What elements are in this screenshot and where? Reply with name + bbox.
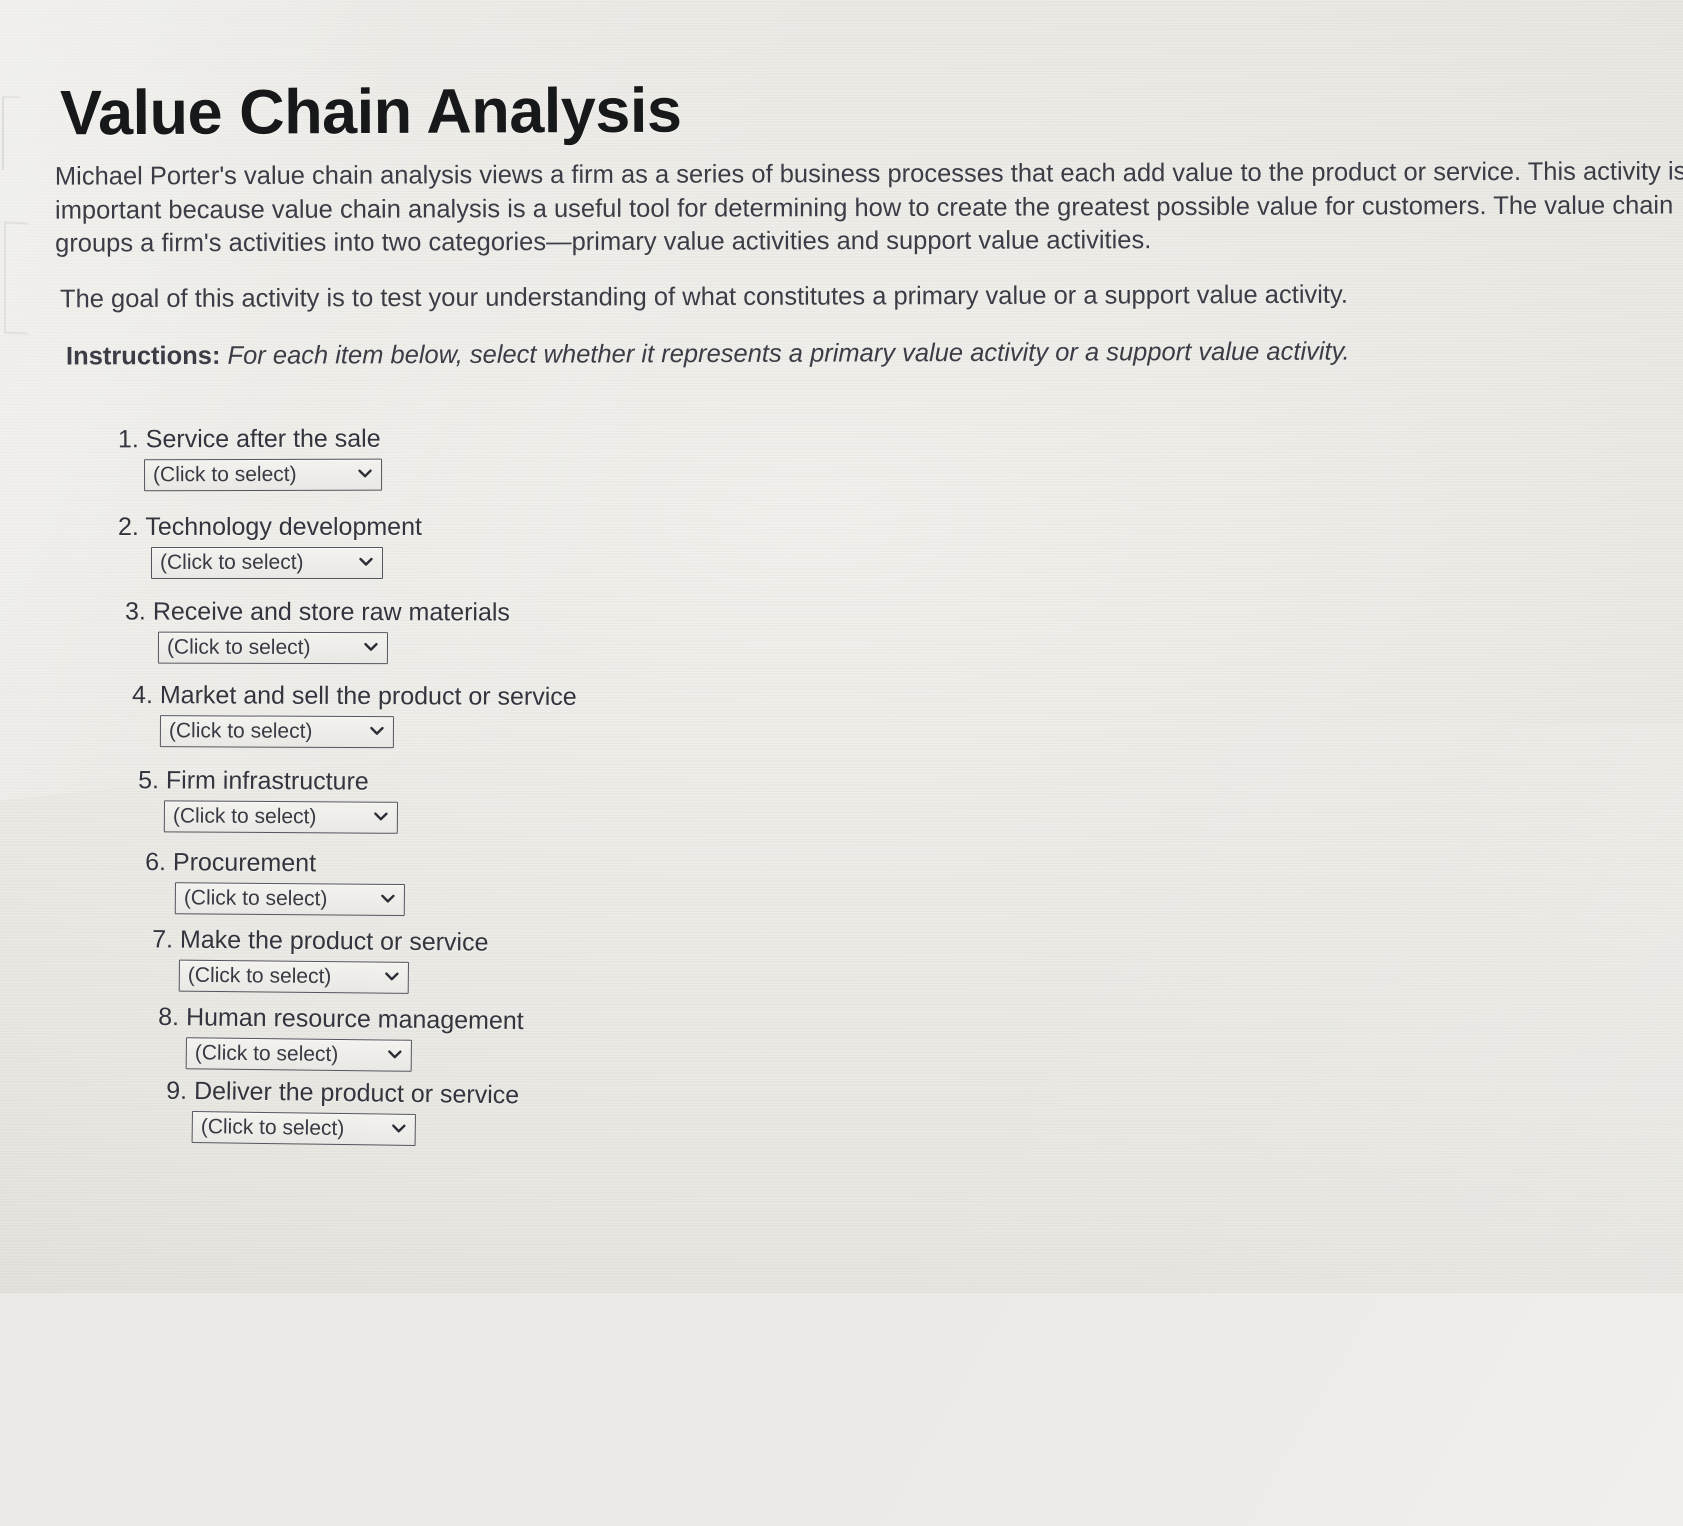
answer-dropdown-8[interactable]: (Click to select) <box>185 1037 412 1072</box>
chevron-down-icon <box>383 968 401 986</box>
answer-dropdown-3[interactable]: (Click to select) <box>157 631 388 665</box>
question-text: Firm infrastructure <box>165 766 369 796</box>
question-number: 7. <box>152 925 174 954</box>
question-text: Procurement <box>172 848 317 878</box>
answer-dropdown-4-value: (Click to select) <box>168 718 313 743</box>
answer-dropdown-2[interactable]: (Click to select) <box>151 547 383 579</box>
answer-dropdown-6-value: (Click to select) <box>183 885 328 910</box>
list-item: 1. Service after the sale (Click to sele… <box>118 424 383 492</box>
question-text: Technology development <box>145 513 422 541</box>
answer-dropdown-9-value: (Click to select) <box>200 1114 345 1140</box>
question-number: 9. <box>166 1076 188 1105</box>
answer-dropdown-7-value: (Click to select) <box>187 963 332 988</box>
list-item: 8. Human resource management (Click to s… <box>158 1002 524 1073</box>
list-item: 4. Market and sell the product or servic… <box>132 680 577 749</box>
answer-dropdown-8-value: (Click to select) <box>194 1040 339 1066</box>
question-text: Market and sell the product or service <box>159 681 577 711</box>
chevron-down-icon <box>390 1120 408 1138</box>
list-item: 2. Technology development (Click to sele… <box>118 512 422 579</box>
question-text: Deliver the product or service <box>193 1077 520 1110</box>
chevron-down-icon <box>386 1046 404 1064</box>
list-item: 7. Make the product or service (Click to… <box>152 924 489 994</box>
question-text: Human resource management <box>185 1003 524 1036</box>
chevron-down-icon <box>362 638 380 656</box>
question-number: 6. <box>145 847 167 877</box>
question-number: 4. <box>132 681 154 710</box>
question-list: 1. Service after the sale (Click to sele… <box>0 0 1683 1293</box>
question-number: 5. <box>138 766 160 795</box>
chevron-down-icon <box>372 808 390 826</box>
answer-dropdown-1[interactable]: (Click to select) <box>144 458 383 492</box>
chevron-down-icon <box>356 465 374 483</box>
chevron-down-icon <box>357 553 375 571</box>
list-item: 3. Receive and store raw materials (Clic… <box>125 596 510 665</box>
list-item: 6. Procurement (Click to select) <box>145 847 406 917</box>
answer-dropdown-4[interactable]: (Click to select) <box>159 715 394 749</box>
question-text: Receive and store raw materials <box>152 597 510 627</box>
list-item: 5. Firm infrastructure (Click to select) <box>138 765 398 834</box>
question-label: 3. Receive and store raw materials <box>125 596 510 627</box>
answer-dropdown-5-value: (Click to select) <box>172 803 317 828</box>
answer-dropdown-3-value: (Click to select) <box>166 635 311 659</box>
answer-dropdown-9[interactable]: (Click to select) <box>191 1111 416 1146</box>
question-text: Make the product or service <box>179 925 489 957</box>
question-label: 1. Service after the sale <box>118 424 382 455</box>
answer-dropdown-6[interactable]: (Click to select) <box>174 882 405 917</box>
list-item: 9. Deliver the product or service (Click… <box>166 1076 520 1148</box>
answer-dropdown-1-value: (Click to select) <box>153 462 297 486</box>
question-label: 2. Technology development <box>118 512 422 542</box>
question-label: 4. Market and sell the product or servic… <box>132 680 577 712</box>
chevron-down-icon <box>368 722 386 740</box>
question-label: 9. Deliver the product or service <box>166 1076 519 1111</box>
question-label: 8. Human resource management <box>158 1002 524 1036</box>
question-label: 7. Make the product or service <box>152 924 489 957</box>
exercise-page: Value Chain Analysis Michael Porter's va… <box>0 0 1683 1293</box>
question-number: 1. <box>117 425 139 454</box>
question-number: 8. <box>158 1002 180 1032</box>
question-label: 5. Firm infrastructure <box>138 765 398 797</box>
question-label: 6. Procurement <box>145 847 405 879</box>
answer-dropdown-5[interactable]: (Click to select) <box>163 800 398 834</box>
chevron-down-icon <box>379 890 397 908</box>
question-number: 3. <box>125 597 146 626</box>
answer-dropdown-2-value: (Click to select) <box>160 550 304 574</box>
question-text: Service after the sale <box>145 424 381 454</box>
question-number: 2. <box>118 513 139 541</box>
answer-dropdown-7[interactable]: (Click to select) <box>178 959 409 994</box>
